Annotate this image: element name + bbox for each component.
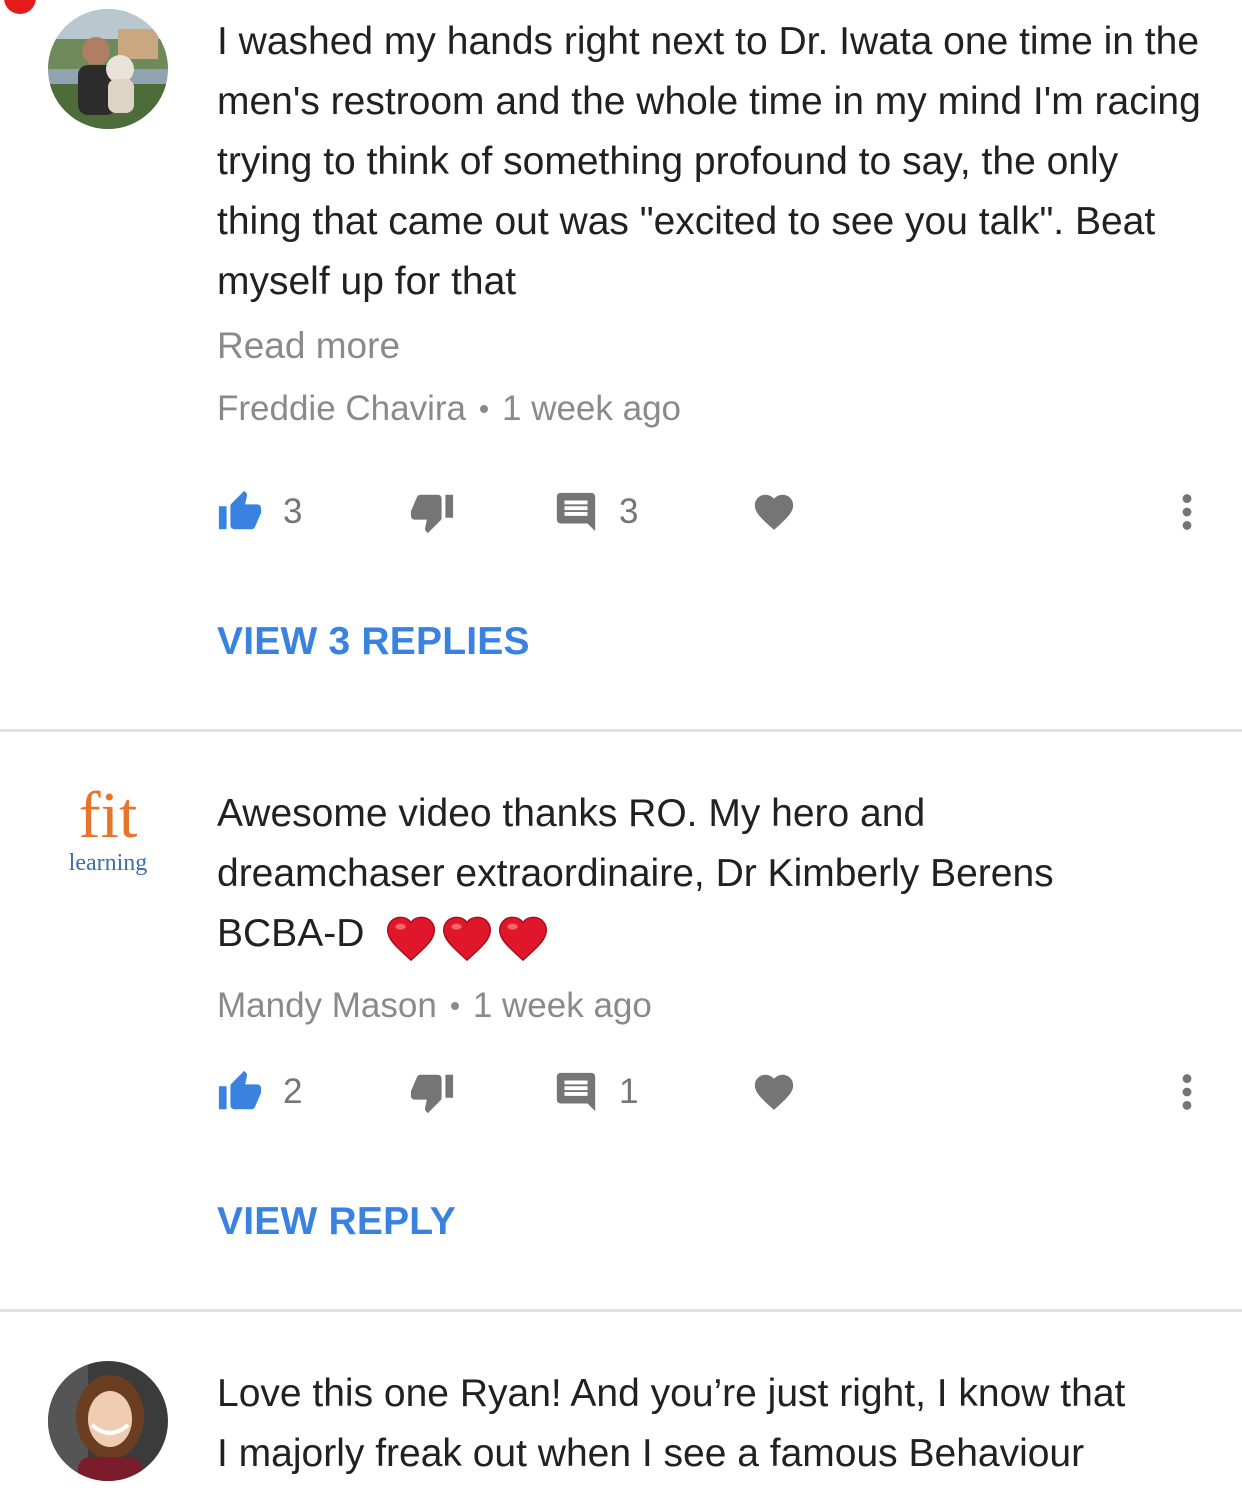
author-name[interactable]: Freddie Chavira (217, 389, 466, 429)
comment-text-line: I majorly freak out when I see a famous … (217, 1432, 1085, 1475)
red-heart-emoji-icon (499, 916, 548, 961)
reply-count: 3 (619, 492, 639, 531)
avatar-photo (48, 1361, 168, 1481)
more-options-button[interactable] (1167, 1064, 1207, 1120)
comment-icon (556, 492, 596, 532)
red-heart-emoji-icon (443, 916, 492, 961)
red-heart-emoji-icon (387, 916, 436, 961)
comment-text-line: dreamchaser extraordinaire, Dr Kimberly … (217, 852, 1054, 895)
fit-logo-main: fit (78, 779, 138, 852)
timestamp: 1 week ago (472, 986, 652, 1025)
comment-text-line: Awesome video thanks RO. My hero and (217, 792, 926, 835)
timestamp: 1 week ago (502, 389, 682, 428)
heart-emojis (383, 910, 551, 962)
notification-dot (4, 0, 36, 14)
comment-text: I washed my hands right next to Dr. Iwat… (217, 20, 1201, 303)
like-count: 2 (283, 1072, 303, 1111)
heart-icon (754, 494, 794, 530)
dislike-button[interactable] (409, 484, 455, 540)
like-button[interactable]: 3 (217, 484, 302, 540)
comment-text-line: Love this one Ryan! And you’re just righ… (217, 1372, 1126, 1415)
reply-button[interactable]: 1 (553, 1064, 638, 1120)
heart-button[interactable] (751, 1064, 797, 1120)
comment-meta: Mandy Mason 1 week ago (217, 986, 1202, 1026)
comment-meta: Freddie Chavira 1 week ago (217, 389, 1202, 429)
heart-button[interactable] (751, 484, 797, 540)
comment-text: Awesome video thanks RO. My hero and dre… (217, 784, 1202, 964)
thumbs-down-icon (410, 494, 454, 534)
more-options-button[interactable] (1167, 484, 1207, 540)
comment-text-line: BCBA-D (217, 912, 365, 955)
thumbs-up-icon (218, 490, 262, 530)
comment-divider (0, 729, 1242, 732)
more-vert-icon (1182, 1074, 1192, 1110)
avatar-photo (48, 9, 168, 129)
avatar[interactable]: fit learning (48, 780, 168, 900)
comment-actions: 2 1 (217, 1064, 1202, 1120)
heart-icon (754, 1074, 794, 1110)
reply-count: 1 (619, 1072, 639, 1111)
comment-actions: 3 3 (217, 484, 1202, 540)
meta-separator-dot (480, 405, 488, 413)
avatar[interactable] (48, 1361, 168, 1481)
avatar[interactable] (48, 9, 168, 129)
comment-text: Love this one Ryan! And you’re just righ… (217, 1364, 1202, 1484)
author-name[interactable]: Mandy Mason (217, 986, 437, 1026)
fit-logo-sub: learning (68, 850, 148, 876)
comment-divider (0, 1309, 1242, 1312)
more-vert-icon (1182, 494, 1192, 530)
meta-separator-dot (450, 1002, 459, 1010)
comment-icon (556, 1072, 596, 1112)
view-replies-button[interactable]: VIEW 3 REPLIES (217, 620, 530, 664)
view-reply-button[interactable]: VIEW REPLY (217, 1200, 456, 1244)
read-more-link[interactable]: Read more (217, 326, 1202, 366)
thumbs-up-icon (218, 1070, 262, 1110)
like-button[interactable]: 2 (217, 1064, 302, 1120)
like-count: 3 (283, 492, 303, 531)
reply-button[interactable]: 3 (553, 484, 638, 540)
dislike-button[interactable] (409, 1064, 455, 1120)
thumbs-down-icon (410, 1074, 454, 1114)
